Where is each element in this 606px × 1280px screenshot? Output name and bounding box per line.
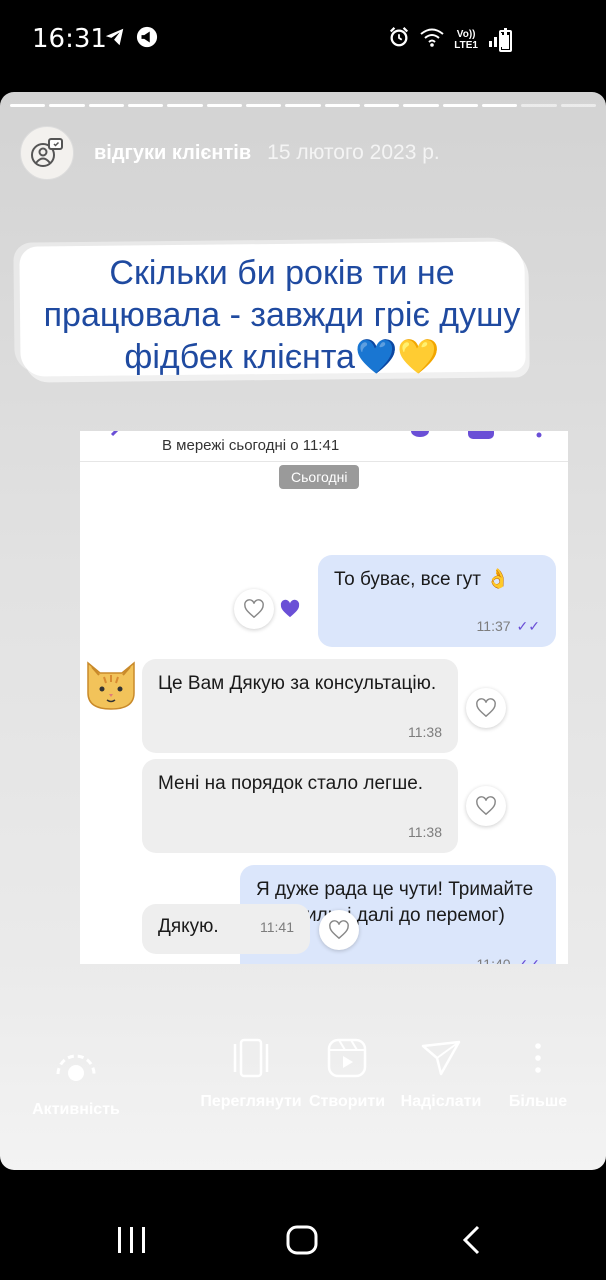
message-text: Мені на порядок стало легше. <box>158 773 424 794</box>
view-button[interactable]: Переглянути <box>198 1038 304 1113</box>
message-time: 11:41 <box>260 919 294 935</box>
call-icon <box>410 431 430 446</box>
online-status: В мережі сьогодні о 11:41 <box>162 437 340 454</box>
heart-outline-icon <box>329 920 349 940</box>
message-time: 11:40 <box>476 956 511 964</box>
telegram-icon <box>104 26 126 53</box>
wifi-icon <box>420 26 444 53</box>
recent-apps-button[interactable] <box>116 1226 148 1259</box>
more-label: Більше <box>508 1093 568 1110</box>
message-text: Це Вам Дякую за консультацію. <box>158 673 437 694</box>
progress-segment <box>285 104 321 107</box>
status-bar: 16:31 Vo)) LTE1 <box>0 0 606 80</box>
alarm-icon <box>388 26 410 53</box>
lte-line2: LTE1 <box>454 39 478 51</box>
message-incoming: Це Вам Дякую за консультацію. 11:38 <box>142 659 458 753</box>
more-dots-icon <box>536 431 542 445</box>
battery-icon <box>499 30 512 52</box>
lte-line1: Vo)) <box>456 28 476 40</box>
activity-label: Активність <box>32 1101 120 1118</box>
story-caption: Скільки би років ти не працювала - завжд… <box>43 254 521 376</box>
react-heart-button[interactable] <box>466 688 506 728</box>
more-button[interactable]: Більше <box>500 1038 576 1113</box>
progress-segment <box>127 104 164 107</box>
progress-segment <box>560 104 596 107</box>
message-text: Дякую. <box>158 916 219 937</box>
home-button[interactable] <box>285 1224 319 1261</box>
react-heart-button[interactable] <box>319 910 359 950</box>
megaphone-icon <box>136 26 158 53</box>
message-incoming: Мені на порядок стало легше. 11:38 <box>142 759 458 853</box>
progress-segment <box>481 104 518 107</box>
message-outgoing: То буває, все гут 👌 11:37 ✓✓ <box>318 555 556 647</box>
react-heart-button[interactable] <box>466 786 506 826</box>
send-label: Надіслати <box>400 1093 482 1110</box>
activity-icon <box>56 1054 96 1081</box>
account-name[interactable]: відгуки клієнтів <box>94 142 251 165</box>
back-button[interactable] <box>460 1224 482 1261</box>
message-text: То буває, все гут 👌 <box>334 569 510 590</box>
cat-avatar <box>82 653 140 711</box>
heart-outline-icon <box>476 698 496 718</box>
status-time: 16:31 <box>32 24 107 54</box>
system-nav-bar <box>0 1170 606 1280</box>
progress-segment <box>88 104 124 107</box>
progress-segment <box>521 104 557 107</box>
video-call-icon <box>468 431 494 448</box>
create-button[interactable]: Створити <box>304 1038 390 1113</box>
progress-segment <box>324 104 360 107</box>
message-time: 11:38 <box>408 824 442 840</box>
progress-segment <box>403 104 439 107</box>
more-vertical-icon <box>535 1043 541 1073</box>
send-button[interactable]: Надіслати <box>396 1038 486 1113</box>
account-avatar[interactable] <box>20 126 74 180</box>
story-header: відгуки клієнтів 15 лютого 2023 р. <box>20 126 440 180</box>
chat-header: В мережі сьогодні о 11:41 <box>80 431 568 462</box>
story-actions-bar: Активність Переглянути Створити Надіслат… <box>0 1022 606 1162</box>
progress-segment <box>10 104 46 107</box>
recent-apps-icon <box>118 1227 145 1253</box>
back-arrow-icon <box>108 431 124 448</box>
date-separator: Сьогодні <box>279 465 360 489</box>
progress-segment <box>49 104 85 107</box>
post-date: 15 лютого 2023 р. <box>267 141 440 164</box>
home-icon <box>286 1225 318 1255</box>
cat-face-icon <box>87 661 135 710</box>
feedback-icon <box>31 138 63 167</box>
view-label: Переглянути <box>200 1093 302 1110</box>
activity-button[interactable]: Активність <box>24 1046 128 1121</box>
progress-segment <box>206 104 242 107</box>
create-label: Створити <box>308 1093 386 1110</box>
send-icon <box>421 1040 461 1076</box>
message-incoming: Дякую. 11:41 <box>142 904 310 954</box>
progress-segment <box>363 104 400 107</box>
read-checks-icon: ✓✓ <box>516 956 540 964</box>
lte-indicator: Vo)) LTE1 <box>454 29 478 51</box>
progress-segment <box>245 104 282 107</box>
react-heart-button[interactable] <box>234 589 274 629</box>
heart-outline-icon <box>244 599 264 619</box>
message-time: 11:38 <box>408 724 442 740</box>
create-reel-icon <box>327 1038 367 1078</box>
back-icon <box>462 1225 480 1255</box>
heart-outline-icon <box>476 796 496 816</box>
progress-segment <box>442 104 478 107</box>
read-checks-icon: ✓✓ <box>516 618 540 634</box>
story-progress-bar <box>10 104 596 107</box>
chat-screenshot: В мережі сьогодні о 11:41 Сьогодні То бу… <box>80 431 568 964</box>
story-viewer[interactable]: відгуки клієнтів 15 лютого 2023 р. Скіль… <box>0 92 606 1170</box>
reaction-heart <box>270 589 310 629</box>
heart-filled-icon <box>280 599 300 618</box>
message-time: 11:37 <box>476 618 511 634</box>
view-icon <box>233 1038 269 1078</box>
progress-segment <box>167 104 203 107</box>
